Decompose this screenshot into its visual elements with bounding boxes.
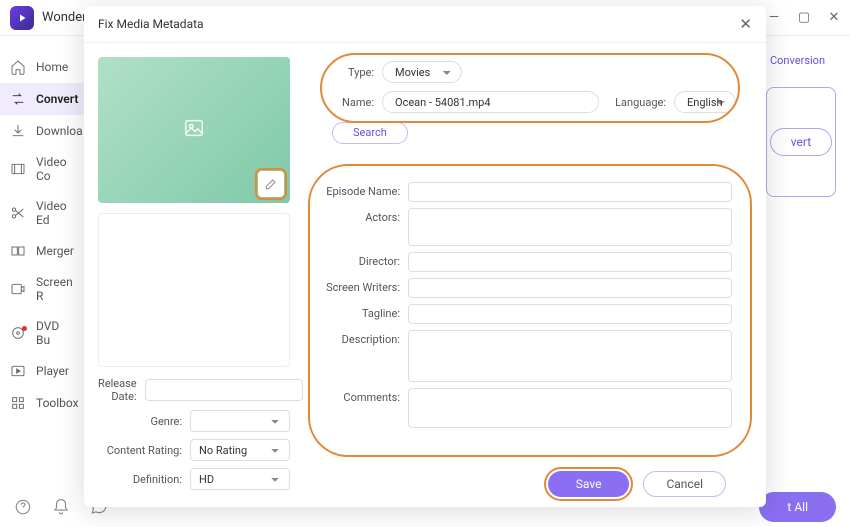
grid-icon xyxy=(10,395,26,411)
sidebar-item-label: Video Co xyxy=(36,155,75,183)
bell-icon[interactable] xyxy=(52,498,70,516)
sidebar-item-home[interactable]: Home xyxy=(0,51,85,83)
sidebar-item-screen-recorder[interactable]: Screen R xyxy=(0,267,85,311)
home-icon xyxy=(10,59,26,75)
scissors-icon xyxy=(10,205,26,221)
search-button[interactable]: Search xyxy=(332,122,408,144)
help-icon[interactable] xyxy=(14,498,32,516)
name-label: Name: xyxy=(324,96,374,109)
background-panel: Conversion vert xyxy=(766,48,836,197)
content-rating-select[interactable]: No Rating xyxy=(190,439,290,461)
sidebar-item-label: Toolbox xyxy=(36,396,79,410)
screen-writers-label: Screen Writers: xyxy=(318,278,408,298)
genre-select[interactable] xyxy=(190,410,290,432)
save-button[interactable]: Save xyxy=(548,471,630,497)
merge-icon xyxy=(10,243,26,259)
tagline-label: Tagline: xyxy=(318,304,408,324)
sidebar-item-toolbox[interactable]: Toolbox xyxy=(0,387,85,419)
window-close-button[interactable]: ✕ xyxy=(828,12,840,24)
actors-input[interactable] xyxy=(408,208,732,246)
sidebar-item-converter[interactable]: Convert xyxy=(0,83,85,115)
sidebar-item-video-compressor[interactable]: Video Co xyxy=(0,147,85,191)
edit-thumbnail-button[interactable] xyxy=(258,171,284,197)
sidebar: Home Convert Downloa Video Co Video Ed M… xyxy=(0,36,85,487)
episode-name-input[interactable] xyxy=(408,182,732,202)
actors-label: Actors: xyxy=(318,208,408,246)
convert-card: vert xyxy=(766,87,836,197)
director-label: Director: xyxy=(318,252,408,272)
sidebar-item-label: Downloa xyxy=(36,124,83,138)
cancel-button[interactable]: Cancel xyxy=(643,471,726,497)
start-all-button[interactable]: t All xyxy=(759,492,836,522)
tagline-input[interactable] xyxy=(408,304,732,324)
download-icon xyxy=(10,123,26,139)
play-icon xyxy=(10,363,26,379)
sidebar-item-label: Home xyxy=(36,60,68,74)
description-input[interactable] xyxy=(408,330,732,382)
sidebar-item-label: Merger xyxy=(36,244,74,258)
type-label: Type: xyxy=(324,66,374,79)
sidebar-item-merger[interactable]: Merger xyxy=(0,235,85,267)
content-rating-label: Content Rating: xyxy=(98,444,190,457)
tab-conversion[interactable]: Conversion xyxy=(766,48,836,73)
notification-dot-icon xyxy=(22,326,27,331)
language-label: Language: xyxy=(615,96,666,109)
screen-writers-input[interactable] xyxy=(408,278,732,298)
comments-label: Comments: xyxy=(318,388,408,428)
comments-input[interactable] xyxy=(408,388,732,428)
modal-close-button[interactable]: ✕ xyxy=(739,15,752,33)
definition-label: Definition: xyxy=(98,473,190,486)
sidebar-item-label: Convert xyxy=(36,92,78,106)
image-placeholder-icon xyxy=(183,117,205,143)
release-date-input[interactable] xyxy=(145,379,303,401)
preview-area xyxy=(98,213,290,367)
sidebar-item-dvd-burner[interactable]: DVD Bu xyxy=(0,311,85,355)
sidebar-item-label: DVD Bu xyxy=(36,319,75,347)
app-logo-icon xyxy=(10,6,34,30)
convert-icon xyxy=(10,91,26,107)
compress-icon xyxy=(10,161,26,177)
app-name: Wonder xyxy=(42,10,87,25)
modal-title: Fix Media Metadata xyxy=(98,17,204,31)
director-input[interactable] xyxy=(408,252,732,272)
sidebar-item-player[interactable]: Player xyxy=(0,355,85,387)
release-date-label: Release Date: xyxy=(98,377,145,403)
genre-label: Genre: xyxy=(98,415,190,428)
fix-metadata-modal: Fix Media Metadata ✕ Release Date: xyxy=(84,6,766,507)
record-icon xyxy=(10,281,26,297)
name-input[interactable] xyxy=(382,91,599,113)
sidebar-item-label: Player xyxy=(36,364,69,378)
sidebar-item-label: Video Ed xyxy=(36,199,75,227)
description-label: Description: xyxy=(318,330,408,382)
episode-name-label: Episode Name: xyxy=(318,182,408,202)
convert-button-bg[interactable]: vert xyxy=(770,128,832,156)
sidebar-item-downloader[interactable]: Downloa xyxy=(0,115,85,147)
type-select[interactable]: Movies xyxy=(382,61,462,83)
window-minimize-button[interactable]: — xyxy=(768,12,780,24)
sidebar-item-video-editor[interactable]: Video Ed xyxy=(0,191,85,235)
window-maximize-button[interactable]: ▢ xyxy=(798,12,810,24)
definition-select[interactable]: HD xyxy=(190,468,290,490)
language-select[interactable]: English xyxy=(674,91,736,113)
thumbnail-preview xyxy=(98,57,290,203)
sidebar-item-label: Screen R xyxy=(36,275,75,303)
